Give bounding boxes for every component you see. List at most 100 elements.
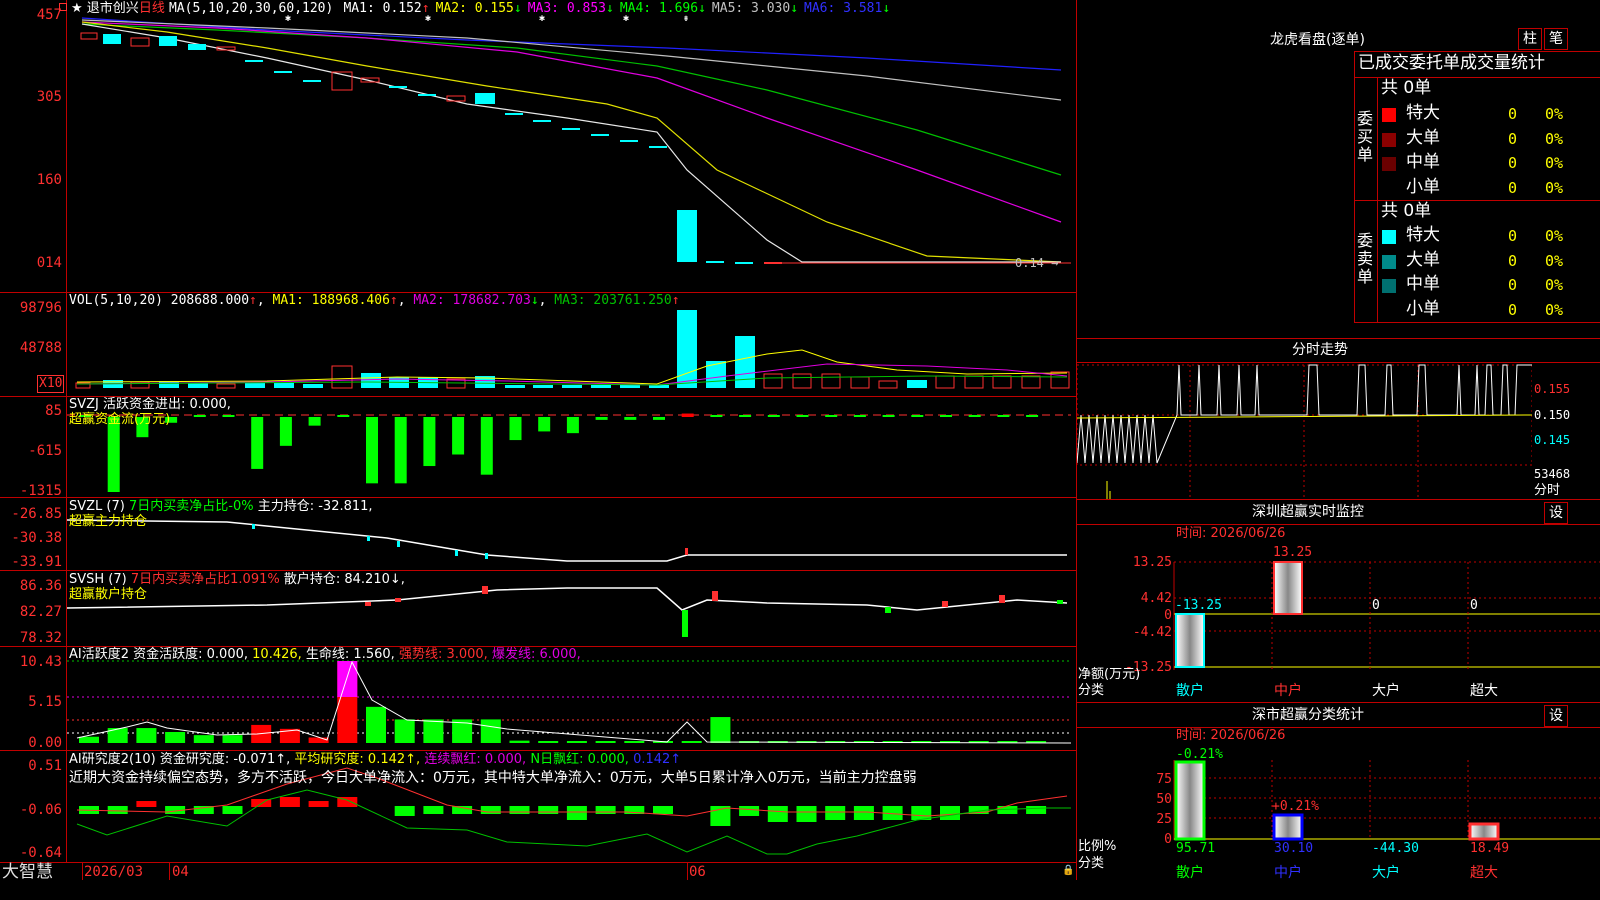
svzj-title: SVZJ 活跃资金进出: 0.000, (69, 397, 231, 412)
bar (595, 741, 616, 743)
bar (193, 415, 206, 417)
monitor-time: 时间: 2026/06/26 (1176, 526, 1286, 541)
vol-tick: 48788 (19, 340, 62, 356)
order-pct: 0% (1545, 105, 1564, 123)
order-count: 0 (1508, 129, 1518, 148)
period-label[interactable]: 日线 (139, 1, 165, 16)
intraday-title: 分时走势 (1292, 342, 1348, 358)
ma2-line (81, 21, 1062, 263)
bar (1026, 806, 1047, 814)
bar (624, 417, 637, 420)
order-count: 0 (1508, 105, 1518, 123)
bar (480, 806, 501, 814)
monitor-xlabel: 分类 (1078, 683, 1105, 698)
bar (566, 417, 579, 434)
order-count: 0 (1508, 300, 1518, 319)
classify-cat: 中户 (1274, 865, 1302, 881)
bar (624, 741, 645, 743)
bar (452, 417, 465, 455)
ai1-tick: 5.15 (28, 694, 62, 710)
bar (308, 801, 329, 807)
monitor-value: -13.25 (1175, 598, 1222, 613)
bar (423, 719, 444, 743)
order-pct: 0% (1545, 178, 1564, 197)
monitor-ylabel: 净额(万元) (1078, 667, 1141, 682)
bar (279, 417, 292, 446)
bar (566, 806, 587, 820)
bar (136, 801, 157, 807)
bar (480, 719, 501, 743)
classify-time: 时间: 2026/06/26 (1176, 728, 1286, 743)
ma-values: MA1: 0.152↑ MA2: 0.155↓ MA3: 0.853↓ MA4: 1.… (337, 1, 890, 16)
monitor-value: 0 (1470, 598, 1478, 613)
bar (366, 417, 378, 484)
tab-tick[interactable]: 笔 (1544, 28, 1568, 50)
bar (710, 415, 723, 417)
stats-header: 已成交委托单成交量统计 (1358, 53, 1545, 73)
classify-title: 深市超赢分类统计 (1252, 707, 1364, 723)
vol-value: 208688.000 (170, 293, 250, 308)
monitor-ytick: -4.42 (1132, 625, 1172, 640)
classify-cat: 超大 (1470, 865, 1498, 881)
ai2-tick: -0.06 (19, 802, 62, 818)
bar (681, 741, 702, 743)
ai1-tick: 10.43 (19, 654, 62, 670)
ai1-tick: 0.00 (28, 735, 62, 751)
vol-header: VOL(5,10,20) 208688.000↑, MA1: 188968.40… (69, 293, 680, 308)
order-pct: 0% (1545, 227, 1564, 245)
bar (279, 797, 300, 807)
bar (997, 415, 1010, 417)
bar (796, 806, 817, 822)
order-count: 0 (1508, 178, 1518, 197)
ai1-line (76, 660, 1072, 744)
classify-top-label: +0.21% (1272, 799, 1319, 814)
app-logo: 大智慧 (2, 862, 53, 882)
lock-icon[interactable]: 🔒 (1062, 866, 1074, 876)
classify-ytick: 0 (1164, 832, 1172, 847)
classify-value: 30.10 (1274, 841, 1314, 856)
bar (107, 417, 120, 492)
buy-side-label: 委买单 (1357, 109, 1374, 164)
svsh-line (67, 587, 1068, 611)
bar (509, 806, 530, 814)
price-header: ★ 退市创兴日线 MA(5,10,20,30,60,120) MA1: 0.15… (71, 2, 890, 15)
svzj-bars (79, 413, 1039, 492)
ai2-summary: 近期大资金持续偏空态势，多方不活跃，今日大单净流入：0万元，其中特大单净流入：0… (69, 770, 917, 786)
favorite-star-icon[interactable]: ★ (71, 1, 83, 16)
dragon-title: 龙虎看盘(逐单) (1270, 32, 1365, 48)
bar (222, 806, 243, 814)
bar (79, 736, 99, 743)
classify-cat: 大户 (1372, 865, 1400, 881)
bar (796, 415, 809, 417)
classify-settings-button[interactable]: 设 (1544, 705, 1568, 727)
ai2-tick: -0.64 (19, 845, 62, 861)
bar (394, 417, 407, 484)
ai2-header: AI研究度2(10) 资金研究度: -0.071↑, 平均研究度: 0.142↑… (69, 752, 682, 767)
ma-value-6: MA6: 3.581↓ (804, 1, 891, 16)
svsh-tick: 86.36 (19, 578, 62, 594)
ma-value-5: MA5: 3.030↓ (711, 1, 799, 16)
tab-bar[interactable]: 柱 (1518, 28, 1542, 50)
bar (394, 719, 415, 743)
svzl-header: SVZL (7) 7日内买卖净占比-0% 主力持仓: -32.811, (69, 499, 373, 514)
ma-value-2: MA2: 0.155↓ (435, 1, 522, 16)
monitor-settings-button[interactable]: 设 (1544, 502, 1568, 524)
order-pct: 0% (1545, 300, 1564, 319)
bar (251, 417, 264, 469)
bar (653, 417, 665, 420)
monitor-cat: 散户 (1176, 683, 1204, 699)
bar (940, 806, 960, 820)
bar (595, 806, 616, 814)
classify-top-label: -0.21% (1176, 747, 1223, 762)
monitor-ytick: 13.25 (1132, 555, 1172, 570)
vol-ma2: MA2: 178682.703 (413, 293, 531, 308)
bar (538, 741, 559, 743)
classify-ytick: 50 (1156, 792, 1172, 807)
price-tick: 457 (36, 7, 62, 23)
vol-scale-badge[interactable]: X10 (37, 375, 65, 393)
order-color-swatch (1382, 279, 1396, 293)
bar (653, 806, 673, 814)
monitor-ytick: 0 (1164, 608, 1172, 623)
order-color-swatch (1382, 254, 1396, 269)
bar (825, 806, 846, 820)
